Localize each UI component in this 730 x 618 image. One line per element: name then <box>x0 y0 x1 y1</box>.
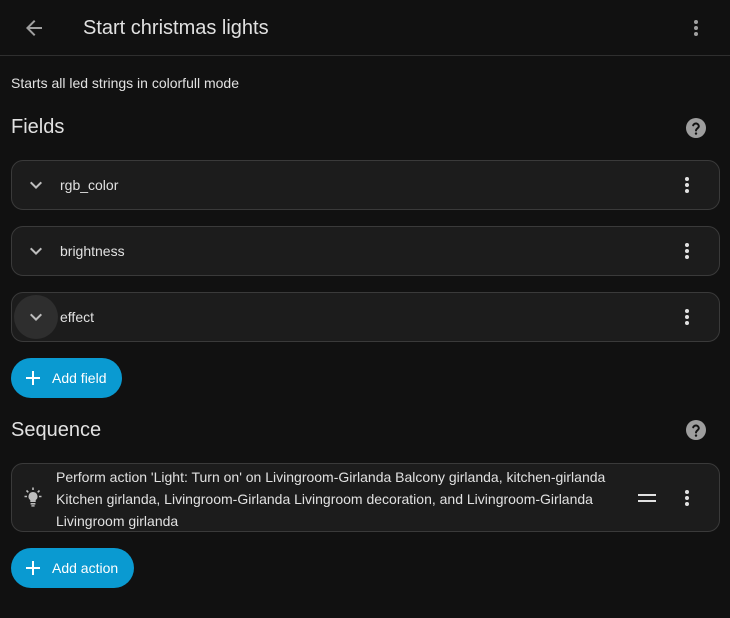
sequence-heading: Sequence <box>11 419 102 441</box>
arrow-left-icon <box>26 20 42 36</box>
field-card-brightness: brightness <box>11 226 720 276</box>
field-card-effect: effect <box>11 292 720 342</box>
dots-vertical-icon <box>685 490 689 506</box>
action-card[interactable]: Perform action 'Light: Turn on' on Livin… <box>11 463 720 532</box>
action-description: Perform action 'Light: Turn on' on Livin… <box>56 469 606 529</box>
chevron-down-icon <box>30 181 42 189</box>
help-circle-icon <box>686 118 706 138</box>
expand-button[interactable] <box>14 229 58 273</box>
overflow-menu-button[interactable] <box>676 8 716 48</box>
chevron-down-icon <box>30 313 42 321</box>
chevron-down-icon <box>30 247 42 255</box>
fields-heading: Fields <box>11 116 65 138</box>
fields-help-button[interactable] <box>684 116 708 140</box>
field-name: brightness <box>60 243 125 259</box>
field-menu-button[interactable] <box>667 231 707 271</box>
add-field-label: Add field <box>52 370 107 386</box>
field-name: rgb_color <box>60 177 119 193</box>
action-menu-button[interactable] <box>667 478 707 518</box>
field-name: effect <box>60 309 94 325</box>
drag-handle-icon[interactable] <box>635 486 659 510</box>
top-app-bar: Start christmas lights <box>0 0 730 56</box>
expand-button[interactable] <box>14 295 58 339</box>
page-title: Start christmas lights <box>83 17 269 39</box>
add-action-label: Add action <box>52 560 119 576</box>
script-description: Starts all led strings in colorfull mode <box>11 75 239 91</box>
dots-vertical-icon <box>685 309 689 325</box>
add-field-button[interactable]: Add field <box>11 358 123 398</box>
plus-icon <box>23 558 43 578</box>
expand-button[interactable] <box>14 163 58 207</box>
field-menu-button[interactable] <box>667 165 707 205</box>
field-menu-button[interactable] <box>667 297 707 337</box>
plus-icon <box>23 368 43 388</box>
sequence-help-button[interactable] <box>684 418 708 442</box>
lightbulb-icon <box>21 486 45 510</box>
add-action-button[interactable]: Add action <box>11 548 135 588</box>
dots-vertical-icon <box>685 243 689 259</box>
field-card-rgb-color: rgb_color <box>11 160 720 210</box>
back-button[interactable] <box>14 8 54 48</box>
help-circle-icon <box>686 420 706 440</box>
dots-vertical-icon <box>685 177 689 193</box>
dots-vertical-icon <box>694 20 698 36</box>
